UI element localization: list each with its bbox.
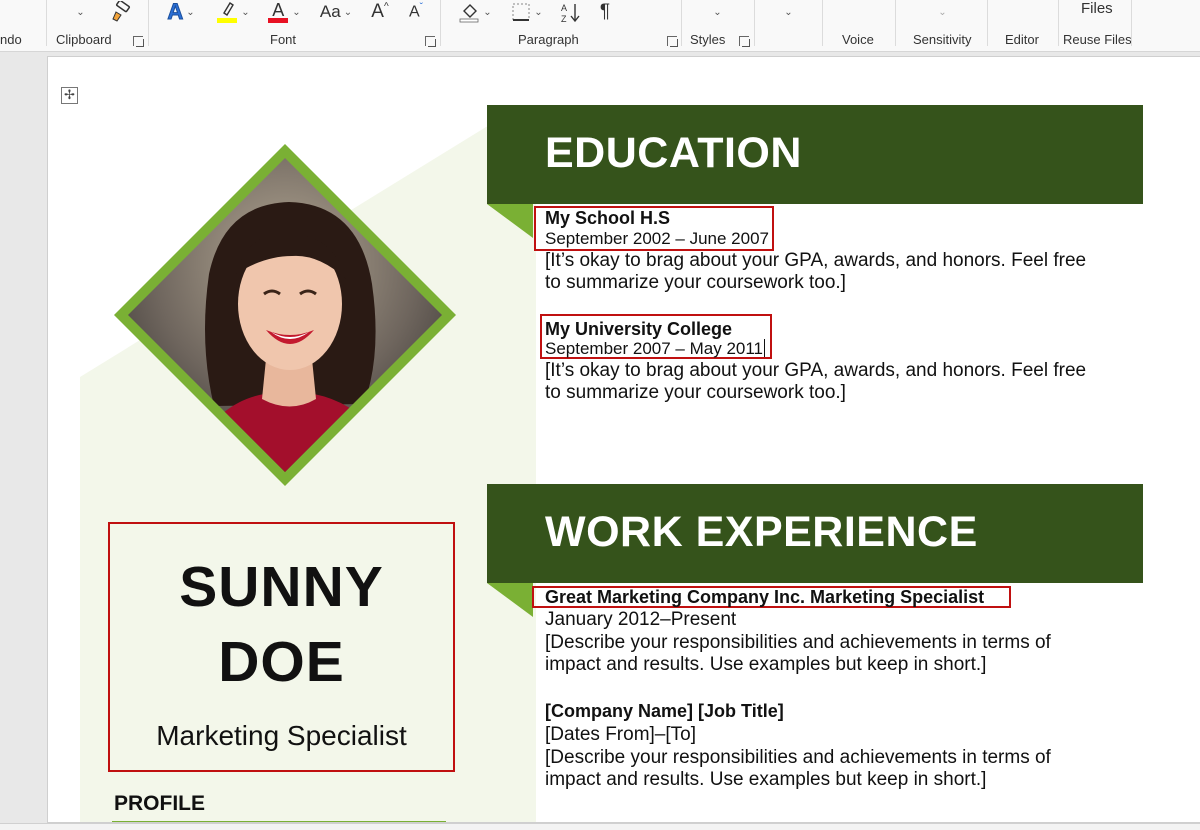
editing-group: ⌄ <box>755 0 821 52</box>
education-heading: EDUCATION <box>545 129 802 177</box>
profile-heading: PROFILE <box>114 792 206 815</box>
grow-font-button[interactable]: A^ <box>367 0 393 24</box>
profile-photo[interactable] <box>114 144 456 486</box>
editor-group-label[interactable]: Editor <box>1005 32 1039 47</box>
styles-launcher-icon[interactable] <box>739 36 750 47</box>
shading-bucket-icon <box>459 4 479 23</box>
education-2-desc-line2: to summarize your coursework too.] <box>545 382 846 403</box>
sensitivity-group: ⌄ Sensitivity <box>896 0 986 52</box>
change-case-label: Aa <box>319 2 341 21</box>
styles-group-label: Styles <box>690 32 726 47</box>
editor-group: Editor <box>988 0 1058 52</box>
work-heading: WORK EXPERIENCE <box>545 508 978 556</box>
education-1-desc-line1: [It’s okay to brag about your GPA, award… <box>545 250 1087 271</box>
font-launcher-icon[interactable] <box>425 36 436 47</box>
clipboard-group-label: Clipboard <box>56 32 112 47</box>
paste-dropdown-button[interactable]: ⌄ <box>71 0 87 24</box>
name-title-box[interactable]: SUNNY DOE Marketing Specialist <box>108 522 455 772</box>
clipboard-launcher-icon[interactable] <box>133 36 144 47</box>
paragraph-launcher-icon[interactable] <box>667 36 678 47</box>
chevron-down-icon: ⌄ <box>938 6 947 18</box>
highlight-color-button[interactable]: ⌄ <box>211 0 255 24</box>
format-painter-button[interactable] <box>109 0 135 24</box>
work-2-desc-line2: impact and results. Use examples but kee… <box>545 769 987 790</box>
education-2-school: My University College <box>545 319 733 339</box>
format-painter-icon <box>112 1 130 22</box>
editing-dropdown-button[interactable]: ⌄ <box>779 0 795 24</box>
borders-icon <box>512 3 530 21</box>
work-1-dates: January 2012–Present <box>545 609 737 630</box>
work-header: WORK EXPERIENCE <box>487 484 1143 583</box>
text-effects-button[interactable]: A ⌄ <box>161 0 201 25</box>
font-color-button[interactable]: A ⌄ <box>262 0 306 24</box>
work-2-desc-line1: [Describe your responsibilities and achi… <box>545 747 1051 768</box>
pilcrow-icon: ¶ <box>599 1 611 22</box>
styles-group: ⌄ Styles <box>682 0 754 52</box>
files-label[interactable]: Files <box>1081 0 1113 17</box>
education-header: EDUCATION <box>487 105 1143 204</box>
education-2-dates: September 2007 – May 2011 <box>545 339 765 359</box>
education-2-desc-line1: [It’s okay to brag about your GPA, award… <box>545 360 1087 381</box>
highlighter-icon <box>216 0 238 24</box>
sort-az-icon: A Z <box>561 3 580 23</box>
education-header-flap <box>487 204 533 238</box>
styles-gallery-button[interactable]: ⌄ <box>708 0 724 24</box>
show-formatting-button[interactable]: ¶ <box>593 0 617 24</box>
font-group: A ⌄ ⌄ A ⌄ Aa ⌄ A^ Aˇ Font <box>149 0 439 52</box>
work-1-desc-line2: impact and results. Use examples but kee… <box>545 654 987 675</box>
font-color-icon: A <box>267 0 289 24</box>
work-1-title: Great Marketing Company Inc. Marketing S… <box>545 587 985 607</box>
sort-button[interactable]: A Z <box>557 0 583 24</box>
text-cursor <box>764 339 765 357</box>
work-2-dates: [Dates From]–[To] <box>545 724 696 745</box>
education-1-dates: September 2002 – June 2007 <box>545 229 770 248</box>
first-name: SUNNY <box>179 555 384 619</box>
education-1-school: My School H.S <box>545 208 671 228</box>
shrink-font-button[interactable]: Aˇ <box>403 0 429 24</box>
undo-group: ndo <box>0 0 46 52</box>
chevron-down-icon: ⌄ <box>241 6 250 18</box>
document-canvas: ✢ SUNNY DOE Marketing Specialist PROFILE… <box>0 53 1200 823</box>
shading-button[interactable]: ⌄ <box>453 0 497 24</box>
work-1-desc-line1: [Describe your responsibilities and achi… <box>545 632 1051 653</box>
chevron-down-icon: ⌄ <box>343 6 353 18</box>
group-separator <box>1131 0 1132 46</box>
last-name: DOE <box>218 630 345 694</box>
chevron-down-icon: ⌄ <box>713 6 722 18</box>
reuse-files-group: Files Reuse Files <box>1059 0 1132 52</box>
voice-group: Voice <box>823 0 895 52</box>
voice-group-label[interactable]: Voice <box>842 32 874 47</box>
sensitivity-dropdown-button[interactable]: ⌄ <box>933 0 949 24</box>
document-page[interactable]: ✢ SUNNY DOE Marketing Specialist PROFILE… <box>47 56 1200 823</box>
chevron-down-icon: ⌄ <box>186 6 195 18</box>
borders-button[interactable]: ⌄ <box>505 0 549 24</box>
education-2-dates-text: September 2007 – May 2011 <box>545 339 763 358</box>
status-bar <box>0 823 1200 830</box>
reuse-files-group-label[interactable]: Reuse Files <box>1063 32 1132 47</box>
work-2-title: [Company Name] [Job Title] <box>545 701 784 721</box>
paragraph-group-label: Paragraph <box>518 32 579 47</box>
change-case-button[interactable]: Aa ⌄ <box>315 0 357 24</box>
paragraph-group: ⌄ ⌄ A Z ¶ Paragraph <box>441 0 681 52</box>
photo-frame <box>114 144 456 486</box>
undo-group-label: ndo <box>0 32 22 47</box>
job-title: Marketing Specialist <box>156 720 407 751</box>
svg-text:A: A <box>561 3 567 13</box>
clipboard-group: ⌄ Clipboard <box>47 0 147 52</box>
grow-font-icon: A^ <box>371 1 389 22</box>
svg-text:Z: Z <box>561 14 567 23</box>
chevron-down-icon: ⌄ <box>784 6 793 18</box>
chevron-down-icon: ⌄ <box>483 6 492 18</box>
table-move-handle-icon[interactable]: ✢ <box>61 87 78 104</box>
text-effects-icon: A <box>167 0 184 25</box>
chevron-down-icon: ⌄ <box>76 6 85 18</box>
sensitivity-group-label[interactable]: Sensitivity <box>913 32 972 47</box>
chevron-down-icon: ⌄ <box>292 6 301 18</box>
chevron-down-icon: ⌄ <box>534 6 543 18</box>
education-1-desc-line2: to summarize your coursework too.] <box>545 272 846 293</box>
font-group-label: Font <box>270 32 297 47</box>
shrink-font-icon: Aˇ <box>408 2 423 21</box>
work-header-flap <box>487 583 533 617</box>
ribbon: ndo ⌄ Clipboard A ⌄ ⌄ A ⌄ Aa ⌄ A^ Aˇ Fon… <box>0 0 1200 52</box>
